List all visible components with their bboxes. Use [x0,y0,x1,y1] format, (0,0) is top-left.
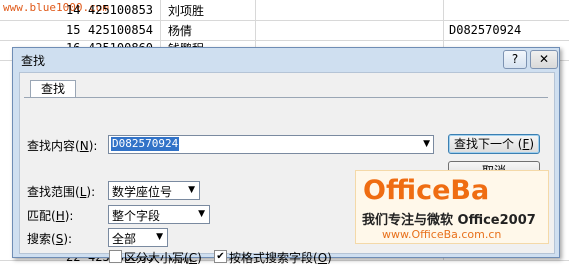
row-number[interactable]: 14 [66,3,80,17]
match-hotkey: H [55,209,65,223]
dialog-title: 查找 [21,54,46,68]
match-select[interactable]: 整个字段 ▼ [108,205,210,224]
match-case-label[interactable]: 区分大小写(C) [124,249,202,266]
close-icon: ✕ [538,52,550,66]
search-direction-value: 全部 [112,232,137,246]
cell-name[interactable]: 杨倩 [168,22,192,39]
match-label: 匹配(H): [27,209,74,223]
find-next-button[interactable]: 查找下一个 (F) [448,134,540,154]
find-what-input[interactable]: D082570924 ▼ [108,135,434,154]
find-next-label: 查找下一个 [453,137,514,151]
find-what-text: 查找内容 [27,139,76,153]
search-direction-select[interactable]: 全部 ▼ [108,228,168,247]
cell-code[interactable]: D082570924 [449,23,521,37]
search-hotkey: S [55,232,64,246]
cell-id[interactable]: 425100853 [88,3,153,17]
logo-tagline: 我们专注与微软 Office2007 [362,213,536,228]
look-in-label: 查找范围(L): [27,185,96,199]
logo-title: OfficeBa [363,175,490,206]
help-icon: ? [511,52,519,66]
look-in-text: 查找范围 [27,185,76,199]
cell-name[interactable]: 刘项胜 [168,2,204,19]
search-formatted-hotkey: O [317,251,328,265]
help-button[interactable]: ? [503,50,527,69]
logo-url: www.OfficeBa.com.cn [382,228,502,241]
tab-find[interactable]: 查找 [30,80,76,98]
match-text: 匹配 [27,209,52,223]
match-case-text: 区分大小写 [124,251,185,265]
cell-id[interactable]: 425100854 [88,23,153,37]
chevron-down-icon: ▼ [188,185,195,195]
find-next-hotkey: F [522,137,530,151]
search-formatted-text: 按格式搜索字段 [229,251,314,265]
match-value: 整个字段 [112,209,161,223]
search-formatted-label[interactable]: 按格式搜索字段(O) [229,249,332,266]
look-in-hotkey: L [79,185,87,199]
chevron-down-icon[interactable]: ▼ [423,139,430,149]
dialog-titlebar[interactable]: 查找 ? ✕ [13,48,559,70]
chevron-down-icon: ▼ [198,209,205,219]
match-case-checkbox[interactable] [109,250,122,263]
close-button[interactable]: ✕ [530,50,558,69]
check-icon: ✔ [216,251,225,262]
search-formatted-checkbox[interactable]: ✔ [214,250,227,263]
look-in-value: 数学座位号 [112,185,173,199]
officeba-logo-watermark: OfficeBa 我们专注与微软 Office2007 www.OfficeBa… [355,170,549,244]
tab-find-label: 查找 [40,82,65,96]
chevron-down-icon: ▼ [156,232,163,242]
find-what-value: D082570924 [111,137,180,151]
search-label: 搜索(S): [27,232,73,246]
look-in-select[interactable]: 数学座位号 ▼ [108,181,200,200]
search-text: 搜索 [27,232,52,246]
row-number[interactable]: 15 [66,23,80,37]
match-case-hotkey: C [188,251,198,265]
find-what-hotkey: N [79,139,89,153]
find-what-label: 查找内容(N): [27,139,98,153]
